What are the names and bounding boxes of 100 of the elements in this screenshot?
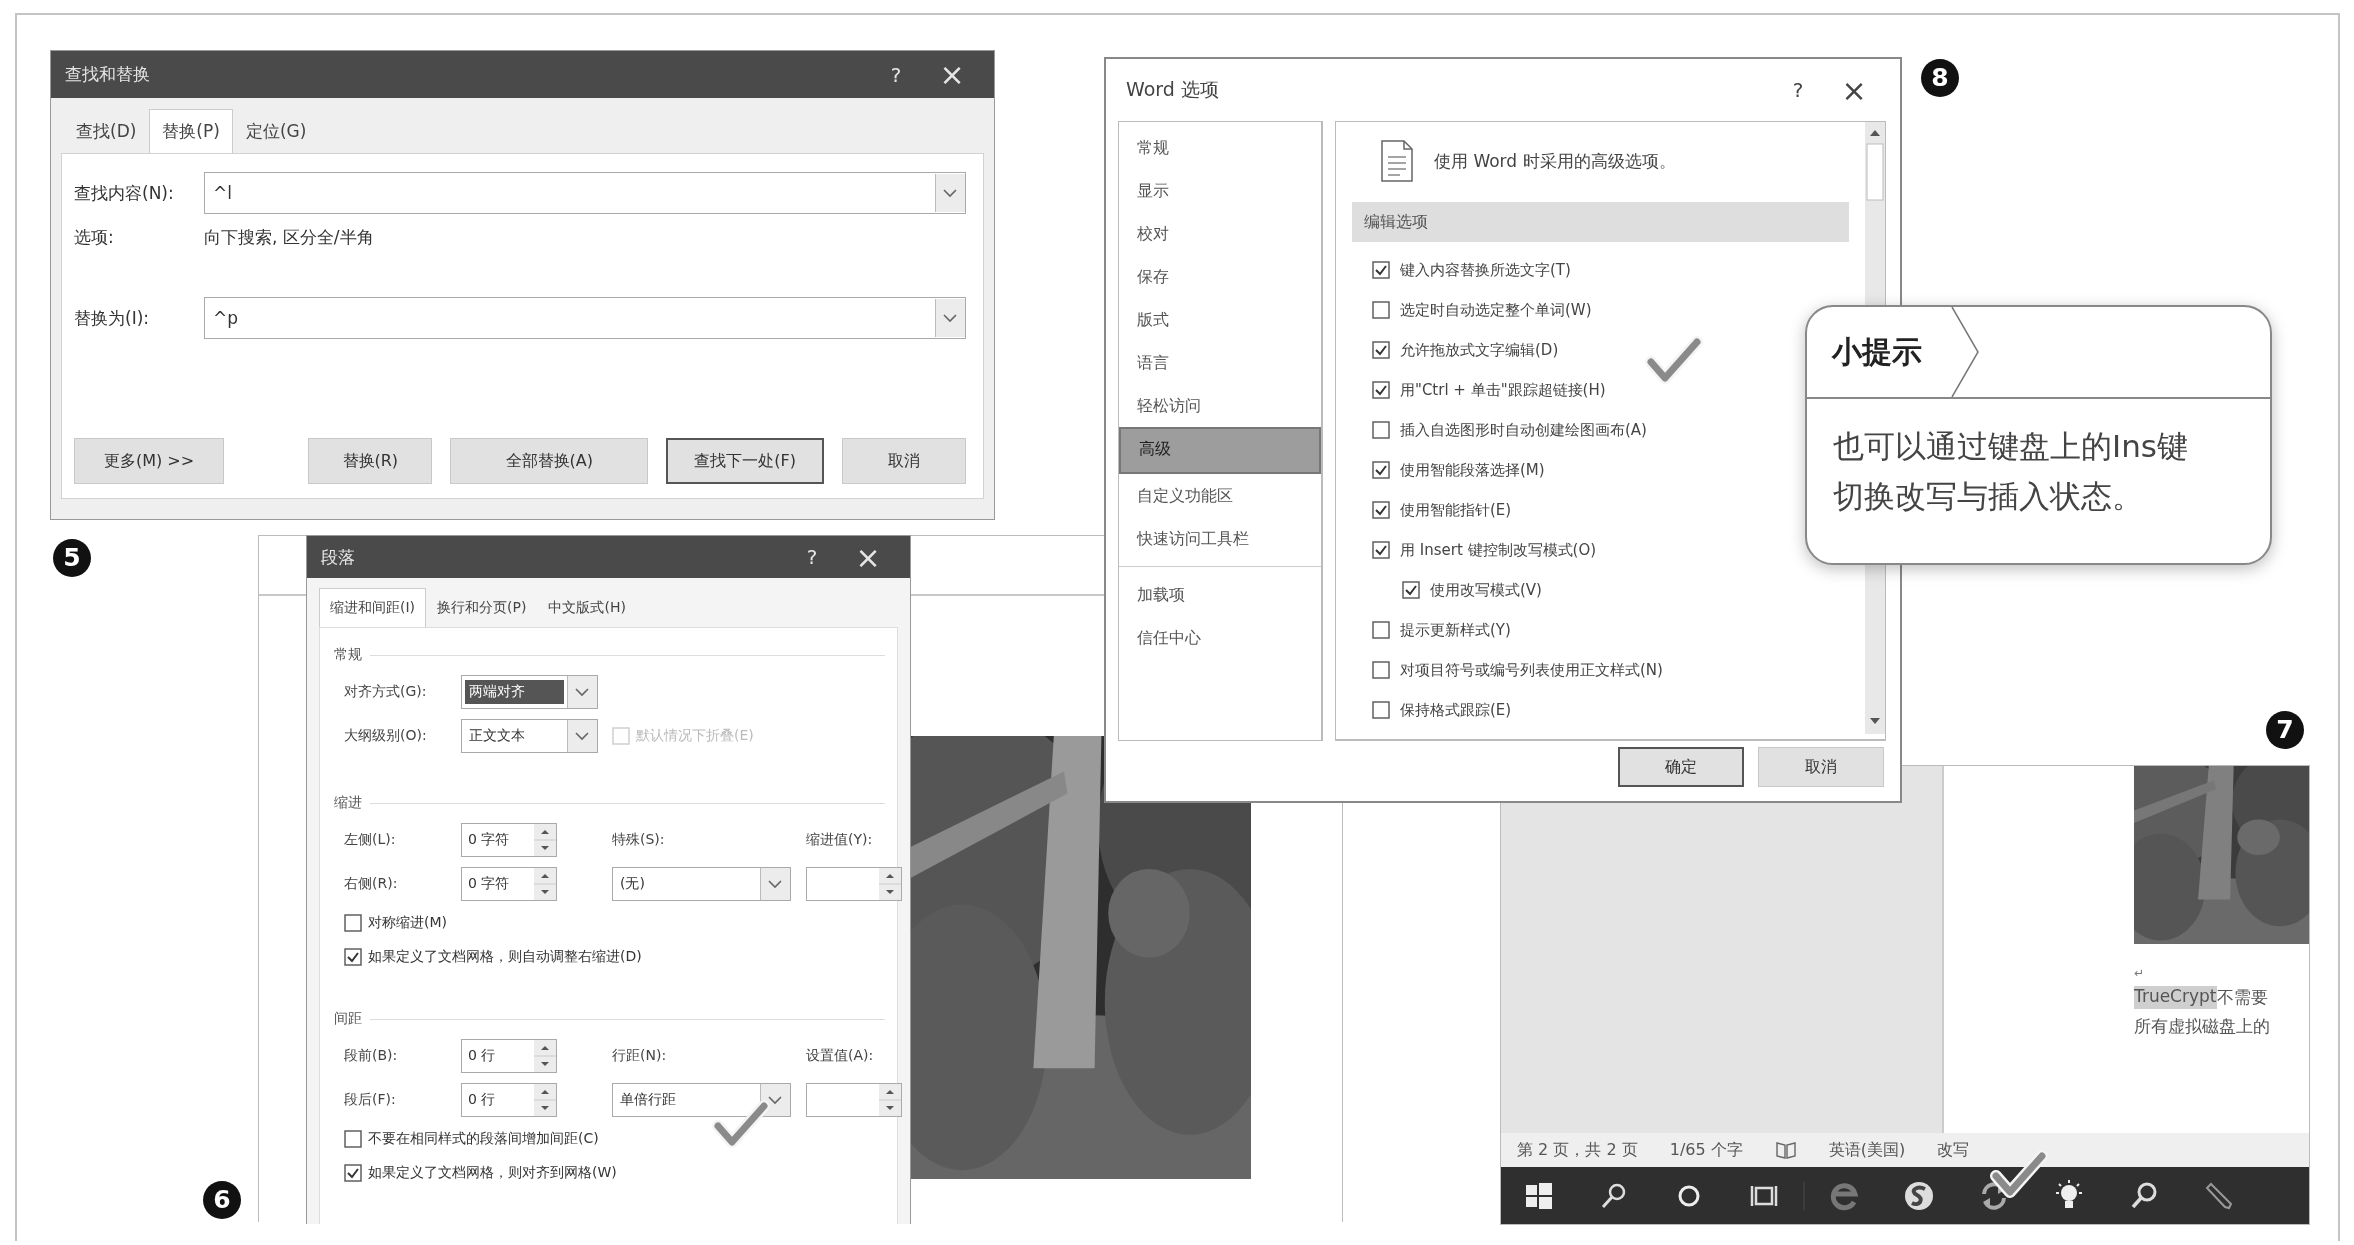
checkbox[interactable] (344, 1164, 362, 1182)
dialog-button[interactable]: 全部替换(A) (450, 438, 649, 484)
checkbox[interactable] (1372, 341, 1390, 359)
chevron-down-icon[interactable] (567, 720, 597, 752)
checkbox[interactable] (1372, 381, 1390, 399)
nav-item[interactable]: 自定义功能区 (1119, 474, 1321, 517)
spinner-arrows-icon[interactable] (879, 1084, 901, 1116)
dialog-button[interactable]: 替换(R) (308, 438, 433, 484)
checkbox[interactable] (1372, 541, 1390, 559)
tip-title: 小提示 (1832, 332, 1922, 371)
checkbox[interactable] (1372, 261, 1390, 279)
nav-item[interactable]: 快速访问工具栏 (1119, 517, 1321, 560)
checkbox[interactable] (1372, 701, 1390, 719)
status-text: 改写 (1937, 1139, 1970, 1161)
checkbox[interactable] (344, 1130, 362, 1148)
dialog-button[interactable]: 取消 (1758, 747, 1884, 787)
paragraph-mark: ↵ (2134, 966, 2146, 980)
window-title: 查找和替换 (65, 63, 150, 86)
chevron-down-icon[interactable] (760, 868, 790, 900)
help-button[interactable]: ? (784, 545, 840, 569)
step-number: 6 (203, 1181, 241, 1219)
nav-item[interactable]: 信任中心 (1119, 616, 1321, 659)
section-heading: 间距 (334, 1010, 362, 1028)
nav-item[interactable]: 语言 (1119, 341, 1321, 384)
field-label: 右侧(R): (344, 875, 399, 893)
field-label: 选项: (74, 226, 115, 249)
section-header: 编辑选项 (1352, 202, 1849, 242)
close-button[interactable]: × (924, 57, 980, 92)
window-title: 段落 (321, 545, 355, 569)
combo-field[interactable]: ^l (204, 172, 966, 214)
checkbox-label: 插入自选图形时自动创建绘图画布(A) (1400, 420, 1647, 440)
checkbox-label: 不要在相同样式的段落间增加间距(C) (368, 1130, 599, 1148)
step-number: 8 (1921, 59, 1959, 97)
document-text: TrueCrypt (2134, 986, 2217, 1009)
nav-item[interactable]: 常规 (1119, 126, 1321, 169)
spinner-arrows-icon[interactable] (534, 868, 556, 900)
nav-item[interactable]: 版式 (1119, 298, 1321, 341)
field-label: 大纲级别(O): (344, 727, 428, 745)
dialog-button[interactable]: 查找下一处(F) (666, 438, 824, 484)
dropdown-value: (无) (619, 874, 646, 893)
checkbox[interactable] (344, 914, 362, 932)
spinner-arrows-icon[interactable] (534, 1084, 556, 1116)
spinner-arrows-icon[interactable] (534, 824, 556, 856)
dialog-button[interactable]: 确定 (1618, 747, 1744, 787)
close-button[interactable]: × (840, 539, 896, 575)
checkbox-label: 使用智能指针(E) (1400, 500, 1512, 520)
nav-item[interactable]: 加载项 (1119, 573, 1321, 616)
s-logo-icon[interactable] (1903, 1179, 1935, 1212)
dropdown[interactable]: 单倍行距 (612, 1083, 791, 1117)
nav-item[interactable]: 轻松访问 (1119, 384, 1321, 427)
tab[interactable]: 中文版式(H) (537, 588, 637, 627)
help-button[interactable]: ? (1770, 78, 1826, 102)
help-button[interactable]: ? (868, 62, 924, 87)
spin-box[interactable]: 0 行 (461, 1083, 557, 1117)
checkbox[interactable] (1372, 621, 1390, 639)
checkbox[interactable] (1372, 501, 1390, 519)
checkbox[interactable] (1402, 581, 1420, 599)
field-label: 段后(F): (344, 1091, 397, 1109)
dropdown[interactable]: (无) (612, 867, 791, 901)
spinner-arrows-icon[interactable] (879, 868, 901, 900)
book-icon[interactable] (1774, 1140, 1797, 1160)
checkbox-label: 用 Insert 键控制改写模式(O) (1400, 540, 1597, 560)
checkbox-label: 保持格式跟踪(E) (1400, 700, 1512, 720)
spin-box[interactable]: 0 行 (461, 1039, 557, 1073)
checkbox-label: 用"Ctrl + 单击"跟踪超链接(H) (1400, 380, 1606, 400)
nav-item[interactable]: 保存 (1119, 255, 1321, 298)
checkbox[interactable] (1372, 301, 1390, 319)
tip-text: 也可以通过键盘上的Ins键切换改写与插入状态。 (1833, 427, 2189, 516)
tab[interactable]: 缩进和间距(I) (319, 588, 427, 627)
checkbox[interactable] (344, 948, 362, 966)
dropdown-value: 单倍行距 (619, 1090, 677, 1109)
tab[interactable]: 查找(D) (63, 109, 150, 153)
checkbox-label: 使用改写模式(V) (1430, 580, 1542, 600)
spin-box[interactable]: 0 字符 (461, 867, 557, 901)
document-text: 不需要 (2216, 986, 2268, 1009)
dropdown[interactable]: 两端对齐 (461, 675, 598, 709)
nav-item[interactable]: 显示 (1119, 169, 1321, 212)
section-heading: 缩进 (334, 794, 362, 812)
tab[interactable]: 定位(G) (232, 109, 320, 153)
spinner-arrows-icon[interactable] (534, 1040, 556, 1072)
tab[interactable]: 换行和分页(P) (426, 588, 538, 627)
close-button[interactable]: × (1826, 72, 1882, 108)
nav-item[interactable]: 校对 (1119, 212, 1321, 255)
dialog-button[interactable]: 取消 (842, 438, 966, 484)
dropdown[interactable]: 正文文本 (461, 719, 598, 753)
checkbox[interactable] (1372, 421, 1390, 439)
check-mark-icon (712, 1100, 770, 1148)
nav-item[interactable]: 高级 (1119, 427, 1321, 474)
checkbox[interactable] (1372, 661, 1390, 679)
dialog-button[interactable]: 更多(M) >> (74, 438, 224, 484)
combo-field[interactable]: ^p (204, 297, 966, 339)
checkbox-label: 如果定义了文档网格，则对齐到网格(W) (368, 1164, 617, 1182)
tab[interactable]: 替换(P) (149, 109, 233, 153)
checkbox[interactable] (1372, 461, 1390, 479)
step-number: 5 (53, 539, 91, 577)
document-icon (1380, 139, 1414, 183)
tab-outline-icon (1950, 307, 1980, 397)
checkbox-label: 对称缩进(M) (368, 914, 447, 932)
spin-box[interactable]: 0 字符 (461, 823, 557, 857)
chevron-down-icon[interactable] (567, 676, 597, 708)
